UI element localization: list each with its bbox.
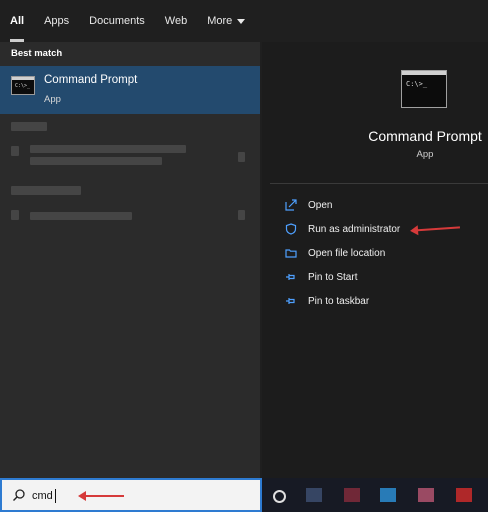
tab-documents[interactable]: Documents (79, 0, 155, 42)
command-prompt-icon: C:\>_ (11, 76, 35, 95)
taskbar-app-icon[interactable] (380, 488, 396, 502)
command-prompt-large-icon: C:\>_ (401, 70, 447, 108)
tab-more-label: More (207, 15, 233, 27)
pin-icon (284, 270, 298, 284)
search-bar[interactable]: cmd (0, 478, 262, 512)
results-pane: Best match C:\>_ Command Prompt App (0, 42, 260, 478)
action-open-file-location-label: Open file location (308, 247, 386, 259)
chevron-down-icon (237, 18, 246, 24)
taskbar-app-icon[interactable] (344, 488, 360, 502)
action-pin-to-taskbar[interactable]: Pin to taskbar (284, 292, 369, 310)
annotation-arrow (78, 491, 124, 501)
filter-tabs: All Apps Documents Web More (0, 0, 488, 42)
pin-icon (284, 294, 298, 308)
folder-icon (284, 246, 298, 260)
tab-all[interactable]: All (0, 0, 34, 42)
best-match-title: Command Prompt (44, 74, 138, 86)
tab-apps[interactable]: Apps (34, 0, 79, 42)
action-open[interactable]: Open (284, 196, 332, 214)
best-match-subtitle: App (44, 94, 61, 105)
best-match-heading: Best match (11, 48, 63, 59)
action-pin-to-start[interactable]: Pin to Start (284, 268, 357, 286)
tab-more[interactable]: More (197, 0, 255, 42)
text-cursor (55, 489, 56, 503)
action-open-file-location[interactable]: Open file location (284, 244, 385, 262)
taskbar-app-icon[interactable] (306, 488, 322, 502)
start-search-window: All Apps Documents Web More Best match C… (0, 0, 488, 512)
detail-title: Command Prompt (368, 128, 482, 144)
action-run-as-administrator-label: Run as administrator (308, 223, 401, 235)
open-icon (284, 198, 298, 212)
detail-subtitle: App (416, 149, 434, 160)
taskbar-app-icon[interactable] (456, 488, 472, 502)
tab-web[interactable]: Web (155, 0, 197, 42)
detail-pane: C:\>_ Command Prompt App Open Run as adm… (262, 42, 488, 478)
action-pin-to-start-label: Pin to Start (308, 271, 358, 283)
annotation-arrow (411, 226, 461, 232)
action-open-label: Open (308, 199, 333, 211)
action-run-as-administrator[interactable]: Run as administrator (284, 220, 400, 238)
taskbar-app-icon[interactable] (418, 488, 434, 502)
search-icon (12, 488, 26, 507)
taskbar (262, 478, 488, 512)
shield-icon (284, 222, 298, 236)
search-input[interactable]: cmd (32, 490, 53, 502)
best-match-result[interactable]: C:\>_ Command Prompt App (0, 66, 260, 114)
action-pin-to-taskbar-label: Pin to taskbar (308, 295, 370, 307)
task-view-icon[interactable] (273, 490, 286, 503)
divider (270, 183, 488, 184)
